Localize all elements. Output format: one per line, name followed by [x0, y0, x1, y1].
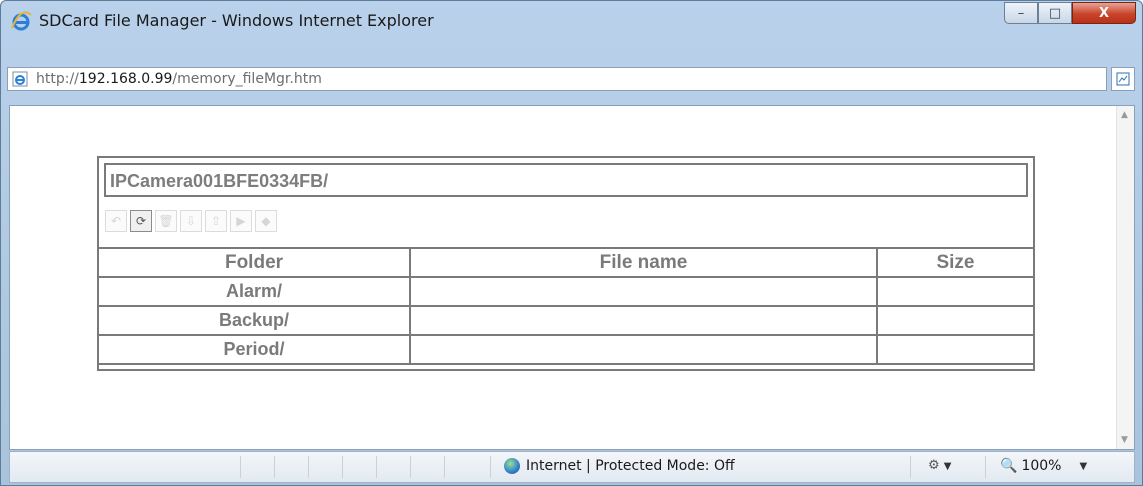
cell-size: [876, 276, 1035, 307]
refresh-button[interactable]: ⟳: [130, 210, 152, 232]
window-controls: – □ X: [1004, 2, 1136, 26]
address-bar[interactable]: http://192.168.0.99/memory_fileMgr.htm: [7, 67, 1107, 91]
url-host: 192.168.0.99: [78, 71, 173, 87]
cell-folder[interactable]: Backup/: [97, 305, 411, 336]
download-button[interactable]: ⇩: [180, 210, 202, 232]
cell-size: [876, 305, 1035, 336]
scroll-down-icon[interactable]: ▼: [1121, 435, 1128, 445]
zoom-control[interactable]: 🔍 100% ▼: [1000, 458, 1087, 474]
delete-button[interactable]: 🗑: [155, 210, 177, 232]
status-bar: Internet | Protected Mode: Off ⚙ ▼ 🔍 100…: [9, 451, 1135, 483]
column-header-file-name[interactable]: File name: [409, 247, 878, 278]
close-button[interactable]: X: [1072, 2, 1136, 24]
ie-logo-icon: [11, 11, 32, 31]
play-button[interactable]: ▶: [230, 210, 252, 232]
download-icon: ⇩: [185, 214, 197, 228]
browser-window: SDCard File Manager - Windows Internet E…: [0, 0, 1143, 486]
vertical-scrollbar[interactable]: ▲ ▼: [1116, 106, 1134, 449]
upload-icon: ⇧: [210, 214, 222, 228]
undo-icon: ↶: [110, 214, 122, 228]
page-icon: [12, 71, 28, 87]
cell-file-name: [409, 305, 878, 336]
status-divider: [376, 456, 377, 478]
status-divider: [410, 456, 411, 478]
column-header-size[interactable]: Size: [876, 247, 1035, 278]
file-manager-panel: IPCamera001BFE0334FB/ ↶ ⟳ 🗑 ⇩ ⇧ ▶ ◆ Folder Fil…: [97, 156, 1035, 371]
upload-button[interactable]: ⇧: [205, 210, 227, 232]
file-table: Folder File name Size Alarm/Backup/Perio…: [97, 247, 1035, 365]
compatibility-view-button[interactable]: [1111, 67, 1135, 91]
url-path: /memory_fileMgr.htm: [172, 71, 322, 87]
status-divider: [274, 456, 275, 478]
window-title: SDCard File Manager - Windows Internet E…: [39, 11, 434, 30]
status-divider: [985, 456, 986, 478]
cell-file-name: [409, 276, 878, 307]
status-divider: [342, 456, 343, 478]
file-toolbar: ↶ ⟳ 🗑 ⇩ ⇧ ▶ ◆: [105, 210, 277, 236]
status-divider: [910, 456, 911, 478]
cell-size: [876, 334, 1035, 365]
title-bar[interactable]: SDCard File Manager - Windows Internet E…: [1, 1, 1142, 39]
table-row[interactable]: Backup/: [97, 305, 1035, 336]
refresh-icon: ⟳: [135, 214, 147, 228]
cell-file-name: [409, 334, 878, 365]
play-icon: ▶: [236, 214, 246, 228]
table-row[interactable]: Period/: [97, 334, 1035, 365]
page-viewport: IPCamera001BFE0334FB/ ↶ ⟳ 🗑 ⇩ ⇧ ▶ ◆ Folder Fil…: [9, 105, 1135, 450]
popup-blocker-icon[interactable]: ⚙ ▼: [928, 458, 952, 473]
status-divider: [308, 456, 309, 478]
chevron-down-icon[interactable]: ▼: [1079, 461, 1087, 472]
cell-folder[interactable]: Period/: [97, 334, 411, 365]
column-header-folder[interactable]: Folder: [97, 247, 411, 278]
status-divider: [240, 456, 241, 478]
chevron-down-icon[interactable]: ▼: [944, 461, 952, 472]
delete-icon: 🗑: [158, 214, 174, 228]
table-row[interactable]: Alarm/: [97, 276, 1035, 307]
url-text[interactable]: http://192.168.0.99/memory_fileMgr.htm: [36, 71, 322, 87]
zoom-icon: 🔍: [1000, 458, 1018, 474]
url-prefix: http://: [36, 71, 79, 87]
security-zone[interactable]: Internet | Protected Mode: Off: [504, 458, 735, 474]
status-divider: [490, 456, 491, 478]
path-box: IPCamera001BFE0334FB/: [104, 163, 1028, 197]
minimize-button[interactable]: –: [1004, 2, 1038, 24]
compatibility-icon: [1116, 72, 1130, 86]
current-path: IPCamera001BFE0334FB/: [110, 171, 329, 191]
zoom-level: 100%: [1021, 458, 1062, 474]
globe-icon: [504, 458, 520, 474]
status-divider: [444, 456, 445, 478]
save-button[interactable]: ◆: [255, 210, 277, 232]
table-header-row: Folder File name Size: [97, 247, 1035, 278]
save-icon: ◆: [261, 214, 271, 228]
cell-folder[interactable]: Alarm/: [97, 276, 411, 307]
maximize-button[interactable]: □: [1038, 2, 1072, 24]
zone-text: Internet | Protected Mode: Off: [526, 458, 735, 474]
scroll-up-icon[interactable]: ▲: [1121, 110, 1128, 120]
undo-button[interactable]: ↶: [105, 210, 127, 232]
